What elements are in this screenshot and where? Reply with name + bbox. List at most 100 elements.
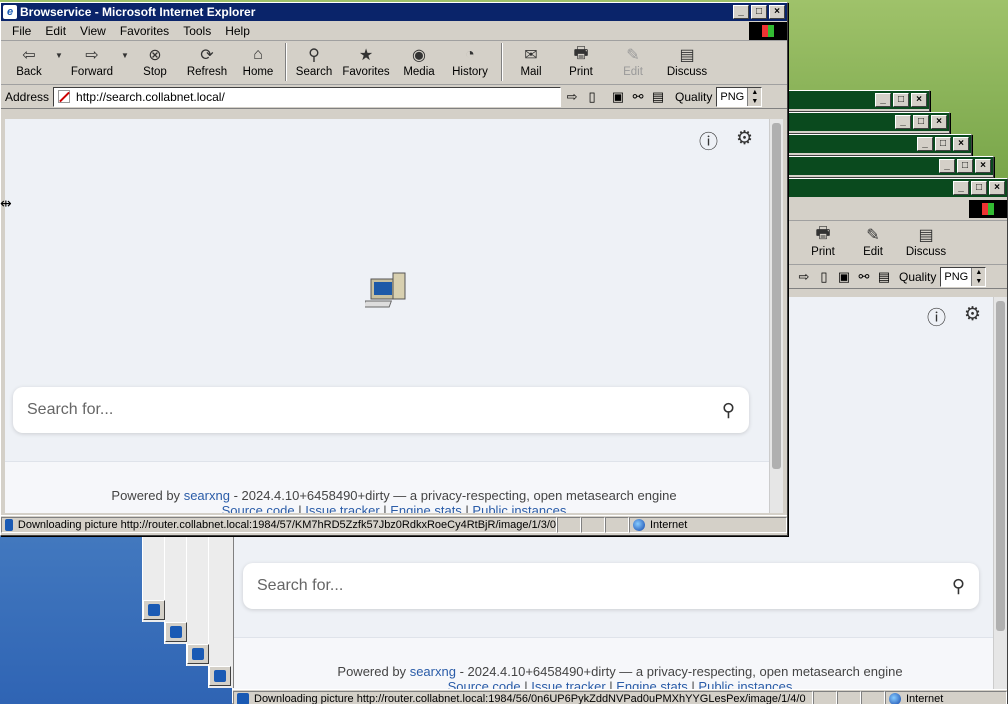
background-window-2-titlebar[interactable]: _ □ × — [783, 113, 949, 131]
mail-button[interactable]: ✉ Mail — [507, 43, 555, 83]
searxng-link[interactable]: searxng — [184, 488, 230, 503]
minimize-icon[interactable]: _ — [917, 137, 933, 151]
main-toolbar: ⇦ Back ▼ ⇨ Forward ▼ ⊗ Stop ⟳ Refresh ⌂ Home … — [1, 41, 787, 85]
address-input[interactable]: http://search.collabnet.local/ — [53, 86, 562, 107]
background-window-1-titlebar[interactable]: _ □ × — [783, 91, 929, 109]
discuss-button[interactable]: ▤ Discuss — [659, 43, 715, 83]
search-button[interactable]: ⚲ Search — [291, 43, 337, 83]
footer-link-stats[interactable]: Engine stats — [616, 679, 688, 689]
background-window-4[interactable]: _ □ × — [782, 156, 994, 178]
main-titlebar[interactable]: e Browservice - Microsoft Internet Explo… — [1, 3, 787, 21]
stop-button[interactable]: ⊗ Stop — [131, 43, 179, 83]
bookmark-icon[interactable]: ▯ — [815, 268, 833, 286]
page-icon[interactable]: ▣ — [609, 88, 627, 106]
close-icon[interactable]: × — [769, 5, 785, 19]
footer-link-source[interactable]: Source code — [448, 679, 521, 689]
quality-label: Quality — [675, 89, 713, 104]
maximize-icon[interactable]: □ — [957, 159, 973, 173]
footer-link-stats[interactable]: Engine stats — [390, 503, 462, 513]
footer-link-instances[interactable]: Public instances — [472, 503, 566, 513]
maximize-icon[interactable]: □ — [751, 5, 767, 19]
menu-favorites[interactable]: Favorites — [113, 24, 176, 38]
bookmark-icon[interactable]: ▯ — [583, 88, 601, 106]
binoculars-icon[interactable]: ⚯ — [629, 88, 647, 106]
edit-button[interactable]: ✎ Edit — [845, 223, 901, 263]
background-window-4-titlebar[interactable]: _ □ × — [783, 157, 993, 175]
close-icon[interactable]: × — [975, 159, 991, 173]
footer-link-issues[interactable]: Issue tracker — [305, 503, 379, 513]
search-icon[interactable]: ⚲ — [952, 576, 965, 597]
search-icon[interactable]: ⚲ — [722, 400, 735, 421]
search-input[interactable]: Search for... — [27, 401, 722, 419]
maximize-icon[interactable]: □ — [893, 93, 909, 107]
info-icon[interactable]: ⓘ — [927, 303, 946, 330]
back-button[interactable]: ⇦ Back — [5, 43, 53, 83]
menu-edit[interactable]: Edit — [38, 24, 73, 38]
main-browser-window[interactable]: e Browservice - Microsoft Internet Explo… — [0, 2, 788, 536]
minimize-icon[interactable]: _ — [733, 5, 749, 19]
footer-link-instances[interactable]: Public instances — [698, 679, 792, 689]
page-icon[interactable]: ▣ — [835, 268, 853, 286]
minimize-icon[interactable]: _ — [875, 93, 891, 107]
stacked-window-status-icon[interactable] — [143, 600, 165, 620]
minimize-icon[interactable]: _ — [895, 115, 911, 129]
go-arrow-icon[interactable]: ⇨ — [795, 268, 813, 286]
scrollbar-thumb[interactable] — [772, 123, 781, 469]
close-icon[interactable]: × — [931, 115, 947, 129]
footer-link-issues[interactable]: Issue tracker — [531, 679, 605, 689]
minimize-icon[interactable]: _ — [939, 159, 955, 173]
favorites-button[interactable]: ★ Favorites — [337, 43, 395, 83]
edit-button[interactable]: ✎ Edit — [607, 43, 659, 83]
search-input[interactable]: Search for... — [257, 577, 952, 595]
discuss-button[interactable]: ▤ Discuss — [901, 223, 951, 263]
footer-link-source[interactable]: Source code — [222, 503, 295, 513]
forward-button[interactable]: ⇨ Forward — [65, 43, 119, 83]
scrollbar-thumb[interactable] — [996, 301, 1005, 631]
stacked-window-status-icon[interactable] — [187, 644, 209, 664]
searxng-link[interactable]: searxng — [410, 664, 456, 679]
back-dropdown[interactable]: ▼ — [53, 43, 65, 83]
quality-select[interactable]: PNG ▲ ▼ — [940, 266, 987, 287]
history-button[interactable]: ◔ History — [443, 43, 497, 83]
gear-icon[interactable]: ⚙ — [964, 303, 981, 330]
spinner-icon[interactable]: ▲ ▼ — [747, 87, 762, 106]
edit-icon: ✎ — [626, 47, 640, 64]
spinner-icon[interactable]: ▲ ▼ — [971, 267, 986, 286]
close-icon[interactable]: × — [953, 137, 969, 151]
ie-icon — [148, 604, 160, 616]
menu-file[interactable]: File — [5, 24, 38, 38]
forward-dropdown[interactable]: ▼ — [119, 43, 131, 83]
toolbar-separator — [285, 43, 287, 81]
media-button[interactable]: ◉ Media — [395, 43, 443, 83]
stacked-window-status-icon[interactable] — [209, 666, 231, 686]
gear-icon[interactable]: ⚙ — [736, 127, 753, 154]
close-icon[interactable]: × — [911, 93, 927, 107]
binoculars-icon[interactable]: ⚯ — [855, 268, 873, 286]
clipboard-icon[interactable]: ▤ — [649, 88, 667, 106]
page-scrollbar[interactable] — [769, 119, 783, 513]
background-window-1[interactable]: _ □ × — [782, 90, 930, 112]
background-scrollbar[interactable] — [993, 297, 1007, 689]
home-button[interactable]: ⌂ Home — [235, 43, 281, 83]
menu-help[interactable]: Help — [218, 24, 257, 38]
quality-select[interactable]: PNG ▲ ▼ — [716, 86, 763, 107]
close-icon[interactable]: × — [989, 181, 1005, 195]
background-window-2[interactable]: _ □ × — [782, 112, 950, 134]
minimize-icon[interactable]: _ — [953, 181, 969, 195]
go-arrow-icon[interactable]: ⇨ — [563, 88, 581, 106]
refresh-button[interactable]: ⟳ Refresh — [179, 43, 235, 83]
menu-tools[interactable]: Tools — [176, 24, 218, 38]
maximize-icon[interactable]: □ — [913, 115, 929, 129]
info-icon[interactable]: ⓘ — [699, 127, 718, 154]
clipboard-icon[interactable]: ▤ — [875, 268, 893, 286]
search-box[interactable]: Search for... ⚲ — [13, 387, 749, 433]
menu-view[interactable]: View — [73, 24, 113, 38]
print-button[interactable]: 🖶 Print — [555, 43, 607, 83]
background-window-3-titlebar[interactable]: _ □ × — [783, 135, 971, 153]
background-search-box[interactable]: Search for... ⚲ — [243, 563, 979, 609]
print-button[interactable]: 🖶 Print — [801, 223, 845, 263]
stacked-window-status-icon[interactable] — [165, 622, 187, 642]
background-window-3[interactable]: _ □ × — [782, 134, 972, 156]
maximize-icon[interactable]: □ — [971, 181, 987, 195]
maximize-icon[interactable]: □ — [935, 137, 951, 151]
